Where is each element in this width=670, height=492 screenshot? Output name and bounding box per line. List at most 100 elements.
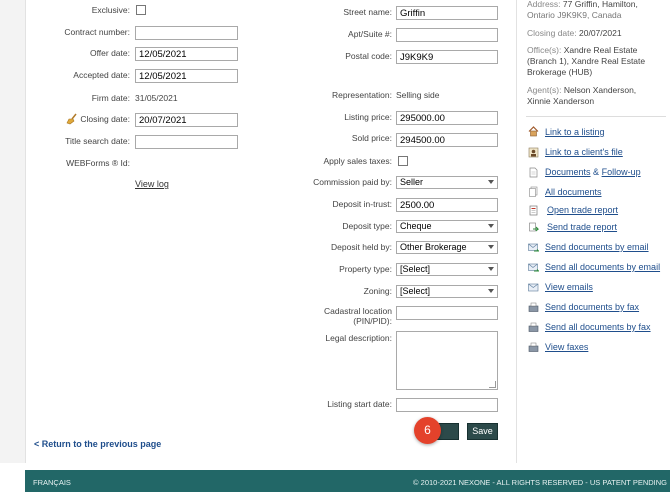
agent-info: Agent(s): Nelson Xanderson, bbox=[527, 85, 636, 96]
view-emails-link[interactable]: View emails bbox=[545, 282, 593, 292]
deposit-type-select[interactable]: Cheque bbox=[396, 220, 498, 233]
save-button[interactable]: Save bbox=[467, 423, 498, 440]
commission-paid-select[interactable]: Seller bbox=[396, 176, 498, 189]
resize-grip-icon[interactable] bbox=[489, 381, 496, 388]
send-documents-fax-link[interactable]: Send documents by fax bbox=[545, 302, 639, 312]
sold-price-label: Sold price: bbox=[351, 133, 392, 143]
offer-date-label: Offer date: bbox=[89, 48, 130, 58]
office-label: Office(s): bbox=[527, 45, 562, 55]
agent-line1: Nelson Xanderson, bbox=[563, 85, 637, 95]
listing-price-label: Listing price: bbox=[344, 112, 392, 122]
send-report-icon bbox=[528, 222, 540, 233]
link-to-client-file[interactable]: Link to a client's file bbox=[545, 147, 623, 157]
property-type-label: Property type: bbox=[339, 264, 392, 274]
listing-price-input[interactable]: 295000.00 bbox=[396, 111, 498, 125]
agent-line2: Xinnie Xanderson bbox=[527, 96, 595, 106]
person-file-icon bbox=[528, 147, 539, 158]
deposit-type-value: Cheque bbox=[400, 221, 432, 231]
representation-label: Representation: bbox=[331, 90, 392, 100]
title-search-input[interactable] bbox=[135, 135, 238, 149]
fax-view-icon bbox=[528, 342, 539, 353]
commission-paid-value: Seller bbox=[400, 177, 424, 187]
property-type-select[interactable]: [Select] bbox=[396, 263, 498, 276]
follow-up-link[interactable]: Follow-up bbox=[602, 167, 641, 177]
closing-date-input[interactable]: 20/07/2021 bbox=[135, 113, 238, 127]
deposit-in-trust-label: Deposit in-trust: bbox=[332, 199, 392, 209]
chevron-down-icon bbox=[488, 180, 494, 184]
office-line2: (Branch 1), Xandre Real Estate bbox=[527, 56, 646, 66]
language-toggle-link[interactable]: FRANÇAIS bbox=[33, 478, 71, 487]
listing-start-label: Listing start date: bbox=[327, 399, 392, 409]
exclusive-label: Exclusive: bbox=[91, 5, 130, 15]
sales-taxes-label: Apply sales taxes: bbox=[323, 156, 392, 166]
documents-follow-up-links: Documents & Follow-up bbox=[545, 167, 641, 177]
apt-suite-label: Apt/Suite #: bbox=[348, 29, 392, 39]
documents-link[interactable]: Documents bbox=[545, 167, 591, 177]
postal-code-input[interactable]: J9K9K9 bbox=[396, 50, 498, 64]
fax-all-icon bbox=[528, 322, 539, 333]
legal-description-label: Legal description: bbox=[325, 333, 392, 343]
zoning-label: Zoning: bbox=[363, 286, 392, 296]
contract-number-input[interactable] bbox=[135, 26, 238, 40]
accepted-date-input[interactable]: 12/05/2021 bbox=[135, 69, 238, 83]
closing-date-label: Closing date: bbox=[80, 114, 130, 124]
cadastral-label: Cadastral location bbox=[323, 306, 392, 316]
send-all-documents-email-link[interactable]: Send all documents by email bbox=[545, 262, 660, 272]
closing-info: Closing date: 20/07/2021 bbox=[527, 28, 622, 39]
copyright-text: © 2010-2021 NEXONE - ALL RIGHTS RESERVED… bbox=[413, 478, 667, 487]
document-icon bbox=[528, 167, 539, 178]
send-all-documents-fax-link[interactable]: Send all documents by fax bbox=[545, 322, 651, 332]
address-info: Address: 77 Griffin, Hamilton, bbox=[527, 0, 638, 10]
offer-date-input[interactable]: 12/05/2021 bbox=[135, 47, 238, 61]
link-to-listing[interactable]: Link to a listing bbox=[545, 127, 605, 137]
ampersand-text: & bbox=[593, 167, 600, 177]
chevron-down-icon bbox=[488, 224, 494, 228]
send-trade-report-link[interactable]: Send trade report bbox=[547, 222, 617, 232]
open-trade-report-link[interactable]: Open trade report bbox=[547, 205, 618, 215]
all-documents-link[interactable]: All documents bbox=[545, 187, 602, 197]
agent-label: Agent(s): bbox=[527, 85, 562, 95]
return-previous-link[interactable]: < Return to the previous page bbox=[34, 439, 161, 449]
apt-suite-input[interactable] bbox=[396, 28, 498, 42]
office-line3: Brokerage (HUB) bbox=[527, 67, 593, 77]
street-name-label: Street name: bbox=[343, 7, 392, 17]
deposit-held-value: Other Brokerage bbox=[400, 242, 467, 252]
email-send-icon bbox=[528, 242, 540, 253]
email-view-icon bbox=[528, 282, 539, 293]
property-type-value: [Select] bbox=[400, 264, 431, 274]
street-name-input[interactable]: Griffin bbox=[396, 6, 498, 20]
title-search-label: Title search date: bbox=[65, 136, 130, 146]
sales-taxes-checkbox[interactable] bbox=[398, 156, 408, 166]
firm-date-label: Firm date: bbox=[91, 93, 130, 103]
fax-icon bbox=[528, 302, 539, 313]
deposit-held-select[interactable]: Other Brokerage bbox=[396, 241, 498, 254]
office-info: Office(s): Xandre Real Estate bbox=[527, 45, 637, 56]
view-faxes-link[interactable]: View faxes bbox=[545, 342, 588, 352]
contract-number-label: Contract number: bbox=[64, 27, 130, 37]
address-line2: Ontario J9K9K9, Canada bbox=[527, 10, 622, 20]
legal-description-textarea[interactable] bbox=[396, 331, 498, 390]
listing-start-input[interactable] bbox=[396, 398, 498, 412]
cadastral-sublabel: (PIN/PID): bbox=[353, 316, 392, 326]
commission-paid-label: Commission paid by: bbox=[313, 177, 392, 187]
send-documents-email-link[interactable]: Send documents by email bbox=[545, 242, 649, 252]
closing-info-value: 20/07/2021 bbox=[579, 28, 622, 38]
zoning-value: [Select] bbox=[400, 286, 431, 296]
deposit-type-label: Deposit type: bbox=[342, 221, 392, 231]
address-label: Address: bbox=[527, 0, 561, 9]
sidebar-divider bbox=[526, 116, 666, 117]
view-log-link[interactable]: View log bbox=[135, 179, 169, 189]
sold-price-input[interactable]: 294500.00 bbox=[396, 133, 498, 147]
address-line1: 77 Griffin, Hamilton, bbox=[562, 0, 638, 9]
step-badge: 6 bbox=[414, 417, 441, 444]
report-icon bbox=[528, 205, 539, 216]
office-line1: Xandre Real Estate bbox=[563, 45, 638, 55]
cadastral-input[interactable] bbox=[396, 306, 498, 320]
deposit-in-trust-input[interactable]: 2500.00 bbox=[396, 198, 498, 212]
house-icon bbox=[528, 126, 539, 137]
chevron-down-icon bbox=[488, 289, 494, 293]
exclusive-checkbox[interactable] bbox=[136, 5, 146, 15]
webforms-id-label: WEBForms ® Id: bbox=[66, 158, 130, 168]
accepted-date-label: Accepted date: bbox=[73, 70, 130, 80]
zoning-select[interactable]: [Select] bbox=[396, 285, 498, 298]
